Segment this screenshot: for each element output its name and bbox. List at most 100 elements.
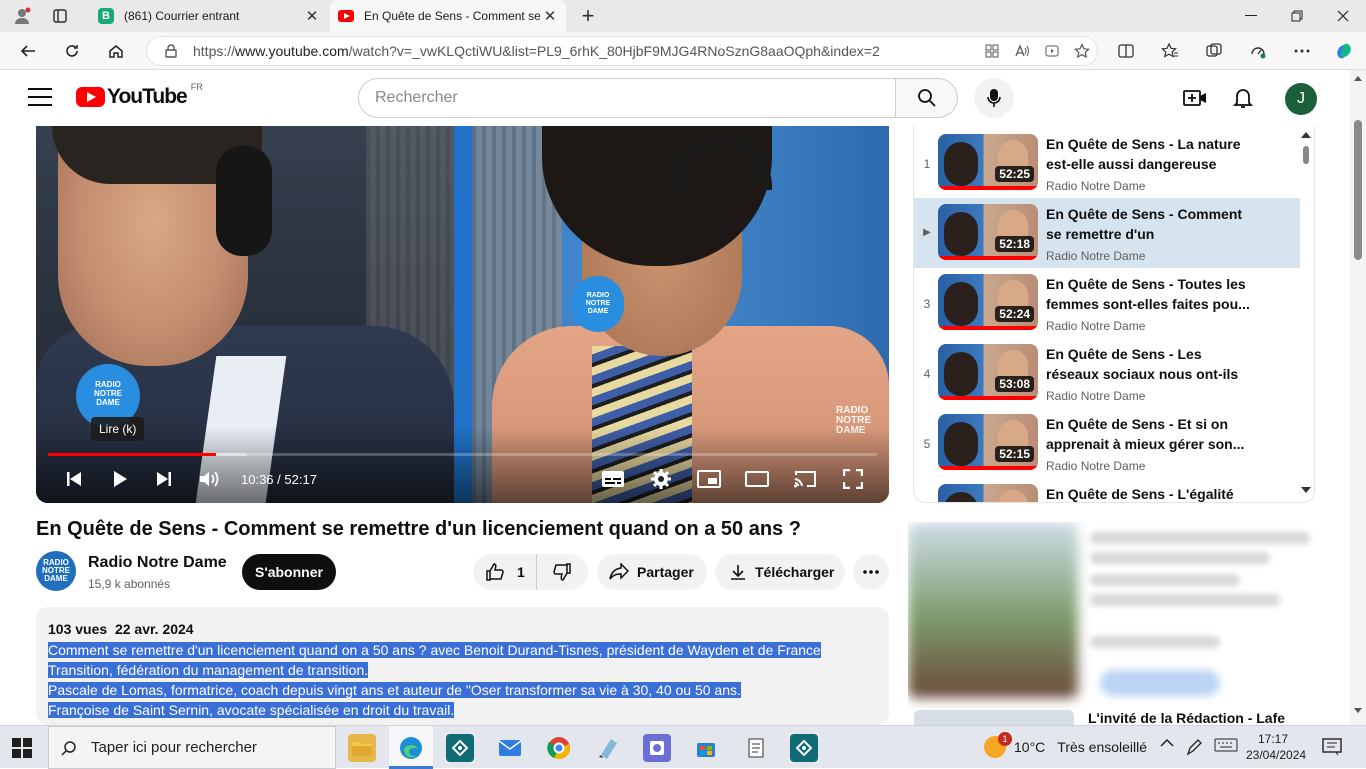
channel-name[interactable]: Radio Notre Dame bbox=[88, 554, 227, 572]
subtitles-button[interactable] bbox=[599, 467, 627, 491]
recommended-thumbnail[interactable] bbox=[908, 522, 1078, 698]
description-box[interactable]: 103 vues 22 avr. 2024 Comment se remettr… bbox=[36, 607, 889, 725]
read-aloud-icon[interactable] bbox=[1007, 43, 1037, 59]
youtube-logo[interactable]: YouTube FR bbox=[76, 82, 203, 109]
app-icon-teal-2[interactable] bbox=[790, 734, 818, 762]
playlist-item-channel[interactable]: Radio Notre Dame bbox=[1046, 179, 1145, 193]
playlist-scrollbar[interactable] bbox=[1298, 126, 1314, 502]
previous-button[interactable] bbox=[60, 467, 88, 491]
download-button[interactable]: Télécharger bbox=[715, 554, 845, 590]
recommended-video[interactable] bbox=[908, 522, 1348, 720]
scroll-thumb[interactable] bbox=[1354, 120, 1362, 260]
channel-avatar[interactable]: RADIO NOTRE DAME bbox=[36, 551, 76, 591]
weather-widget[interactable]: 1 10°C Très ensoleillé bbox=[984, 732, 1147, 758]
edge-browser-icon[interactable] bbox=[397, 734, 425, 762]
recommended-title[interactable]: L'invité de la Rédaction - Lafe bbox=[1088, 710, 1285, 725]
recommended-thumbnail[interactable] bbox=[914, 710, 1074, 725]
file-explorer-icon[interactable] bbox=[348, 734, 376, 762]
playlist-thumbnail[interactable]: 52:18 bbox=[938, 204, 1038, 260]
playlist-item[interactable]: 4 53:08 En Quête de Sens - Les réseaux s… bbox=[914, 338, 1300, 408]
theater-mode-button[interactable] bbox=[743, 467, 771, 491]
cast-button[interactable] bbox=[791, 467, 819, 491]
playlist-item-title[interactable]: En Quête de Sens - Comment se remettre d… bbox=[1046, 204, 1251, 244]
collections-icon[interactable] bbox=[1198, 35, 1230, 67]
performance-icon[interactable] bbox=[1242, 35, 1274, 67]
close-window-button[interactable] bbox=[1320, 0, 1366, 32]
windows-start-icon[interactable] bbox=[12, 738, 32, 758]
playlist-item-title[interactable]: En Quête de Sens - L'égalité bbox=[1046, 484, 1251, 502]
playlist-item[interactable]: 5 52:15 En Quête de Sens - Et si on appr… bbox=[914, 408, 1300, 478]
progress-bar[interactable] bbox=[48, 453, 877, 456]
create-video-icon[interactable] bbox=[1181, 84, 1209, 112]
tray-chevron-icon[interactable] bbox=[1160, 738, 1174, 748]
home-button[interactable] bbox=[100, 35, 132, 67]
play-button[interactable] bbox=[106, 467, 134, 491]
keyboard-icon[interactable] bbox=[1214, 738, 1238, 752]
fullscreen-button[interactable] bbox=[839, 467, 867, 491]
pen-icon[interactable] bbox=[1186, 738, 1202, 756]
scroll-thumb[interactable] bbox=[1303, 146, 1309, 164]
tab-actions-icon[interactable] bbox=[44, 0, 76, 32]
share-button[interactable]: Partager bbox=[597, 554, 707, 590]
document-icon[interactable] bbox=[742, 734, 770, 762]
page-scrollbar[interactable] bbox=[1350, 70, 1366, 725]
apps-icon[interactable] bbox=[977, 43, 1007, 59]
notification-center-icon[interactable] bbox=[1322, 738, 1342, 756]
settings-button[interactable] bbox=[647, 467, 675, 491]
account-avatar[interactable]: J bbox=[1285, 83, 1317, 115]
playlist-thumbnail[interactable]: 52:25 bbox=[938, 134, 1038, 190]
close-tab-icon[interactable]: ✕ bbox=[540, 7, 560, 25]
playlist-item-title[interactable]: En Quête de Sens - La nature est-elle au… bbox=[1046, 134, 1251, 174]
system-clock[interactable]: 17:17 23/04/2024 bbox=[1246, 731, 1306, 763]
profile-icon[interactable] bbox=[6, 0, 38, 32]
playlist-item-title[interactable]: En Quête de Sens - Toutes les femmes son… bbox=[1046, 274, 1251, 314]
app-icon-teal[interactable] bbox=[446, 734, 474, 762]
chrome-icon[interactable] bbox=[545, 734, 573, 762]
more-menu-icon[interactable] bbox=[1286, 35, 1318, 67]
search-button[interactable] bbox=[895, 78, 958, 118]
miniplayer-button[interactable] bbox=[695, 467, 723, 491]
search-input[interactable]: Rechercher bbox=[358, 78, 896, 118]
playlist-item[interactable]: 1 52:25 En Quête de Sens - La nature est… bbox=[914, 128, 1300, 198]
favorite-star-icon[interactable] bbox=[1067, 43, 1097, 59]
url-text[interactable]: https://www.youtube.com/watch?v=_vwKLQct… bbox=[193, 43, 977, 59]
playlist-item-title[interactable]: En Quête de Sens - Et si on apprenait à … bbox=[1046, 414, 1251, 454]
taskbar-search-input[interactable]: Taper ici pour rechercher bbox=[48, 726, 336, 769]
playlist-item-channel[interactable]: Radio Notre Dame bbox=[1046, 249, 1145, 263]
next-button[interactable] bbox=[150, 467, 178, 491]
copilot-icon[interactable] bbox=[1328, 35, 1360, 67]
url-bar[interactable]: https://www.youtube.com/watch?v=_vwKLQct… bbox=[146, 36, 1098, 66]
playlist-item-channel[interactable]: Radio Notre Dame bbox=[1046, 319, 1145, 333]
favorites-icon[interactable] bbox=[1154, 35, 1186, 67]
new-tab-button[interactable]: + bbox=[572, 0, 604, 32]
playlist-item-title[interactable]: En Quête de Sens - Les réseaux sociaux n… bbox=[1046, 344, 1251, 384]
playlist-thumbnail[interactable]: 53:08 bbox=[938, 344, 1038, 400]
playlist-thumbnail[interactable]: 52:24 bbox=[938, 274, 1038, 330]
playlist-thumbnail[interactable]: 52:15 bbox=[938, 414, 1038, 470]
dislike-button[interactable] bbox=[537, 562, 587, 582]
subscribe-button[interactable]: S'abonner bbox=[242, 554, 336, 590]
back-button[interactable] bbox=[12, 35, 44, 67]
hamburger-menu-icon[interactable] bbox=[28, 88, 52, 108]
playlist-item-channel[interactable]: Radio Notre Dame bbox=[1046, 459, 1145, 473]
volume-button[interactable] bbox=[196, 467, 224, 491]
refresh-button[interactable] bbox=[56, 35, 88, 67]
tab-mail[interactable]: B (861) Courrier entrant ✕ bbox=[88, 0, 328, 32]
playlist-thumbnail[interactable] bbox=[938, 484, 1038, 502]
app-icon-purple[interactable] bbox=[643, 734, 671, 762]
media-icon[interactable] bbox=[1037, 43, 1067, 59]
playlist-item[interactable]: 3 52:24 En Quête de Sens - Toutes les fe… bbox=[914, 268, 1300, 338]
close-tab-icon[interactable]: ✕ bbox=[302, 7, 322, 25]
restore-button[interactable] bbox=[1274, 0, 1320, 32]
tab-youtube[interactable]: En Quête de Sens - Comment se ✕ bbox=[330, 0, 566, 32]
voice-search-button[interactable] bbox=[974, 78, 1014, 118]
minimize-button[interactable] bbox=[1228, 0, 1274, 32]
split-screen-icon[interactable] bbox=[1110, 35, 1142, 67]
mail-icon[interactable] bbox=[496, 734, 524, 762]
store-icon[interactable] bbox=[692, 734, 720, 762]
notifications-bell-icon[interactable] bbox=[1229, 84, 1257, 112]
recommended-video[interactable]: L'invité de la Rédaction - Lafe bbox=[908, 710, 1348, 725]
like-button[interactable]: 1 bbox=[473, 554, 537, 590]
playlist-item[interactable]: En Quête de Sens - L'égalité bbox=[914, 478, 1300, 502]
playlist-item-current[interactable]: ▶ 52:18 En Quête de Sens - Comment se re… bbox=[914, 198, 1300, 268]
